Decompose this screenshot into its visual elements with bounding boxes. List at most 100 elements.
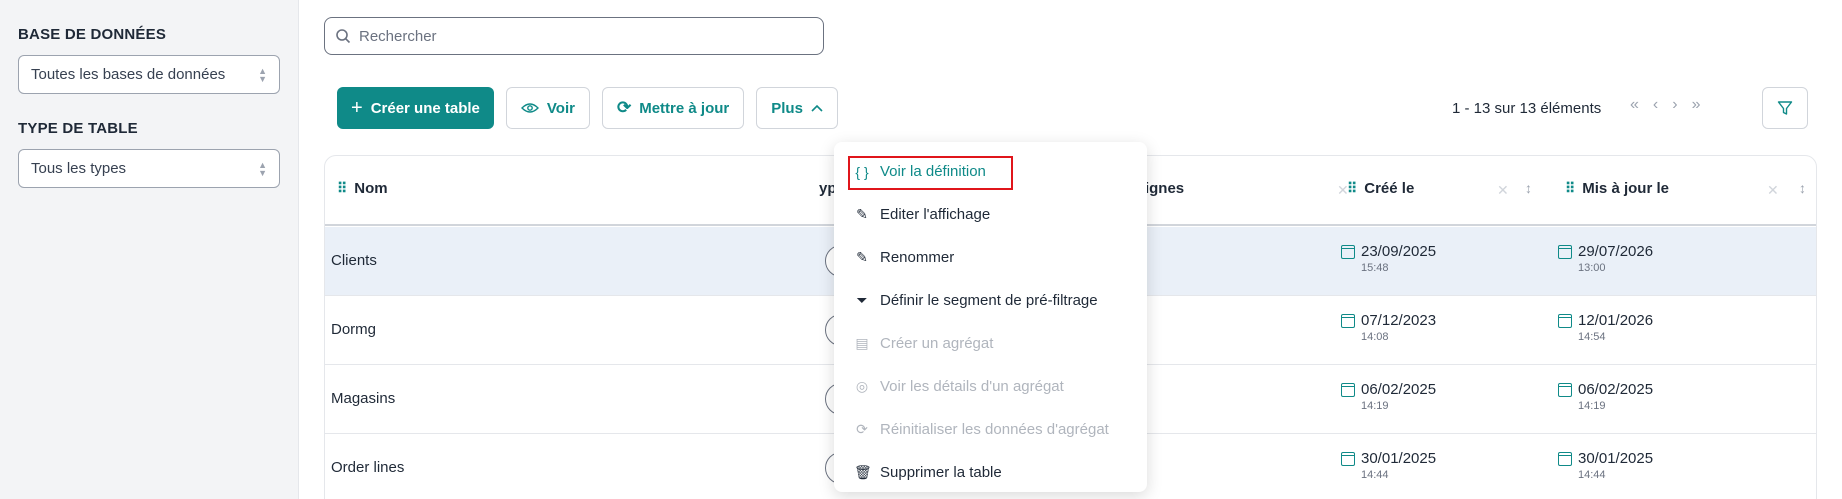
menu-item-view-definition[interactable]: { } Voir la définition bbox=[842, 150, 1139, 193]
main-content: Rechercher + Créer une table Voir ⟳ Mett… bbox=[300, 0, 1842, 499]
updated-time: 13:00 bbox=[1578, 262, 1606, 274]
menu-item-label: Renommer bbox=[880, 249, 955, 266]
chevron-up-icon bbox=[811, 104, 823, 112]
menu-item-reset-aggregate: ⟳ Réinitialiser les données d'agrégat bbox=[842, 408, 1139, 451]
menu-item-delete-table[interactable]: 🗑 Supprimer la table bbox=[842, 451, 1139, 494]
menu-item-rename[interactable]: ✎ Renommer bbox=[842, 236, 1139, 279]
created-time: 15:48 bbox=[1361, 262, 1389, 274]
column-header-name[interactable]: ⠿ Nom bbox=[337, 180, 388, 197]
calendar-icon bbox=[1558, 451, 1572, 466]
column-name-label: Nom bbox=[354, 180, 388, 197]
table-type-select[interactable]: Tous les types ▲ ▼ bbox=[18, 149, 280, 188]
highlight-box bbox=[848, 156, 1013, 190]
filter-icon bbox=[1777, 101, 1793, 115]
updated-date: 30/01/2025 bbox=[1578, 450, 1654, 467]
view-label: Voir bbox=[546, 99, 575, 117]
row-name: Dormg bbox=[331, 321, 377, 338]
search-input[interactable]: Rechercher bbox=[324, 17, 824, 55]
database-filter-label: BASE DE DONNÉES bbox=[18, 26, 167, 43]
database-select[interactable]: Toutes les bases de données ▲ ▼ bbox=[18, 55, 280, 94]
updated-time: 14:54 bbox=[1578, 331, 1606, 343]
eye-icon: ◎ bbox=[855, 378, 869, 394]
row-updated: 06/02/2025 14:19 bbox=[1558, 381, 1653, 412]
sort-icon[interactable]: ↕ bbox=[1799, 180, 1806, 196]
prev-page-icon[interactable]: ‹ bbox=[1653, 96, 1658, 114]
update-button[interactable]: ⟳ Mettre à jour bbox=[601, 87, 745, 129]
menu-item-define-prefilter[interactable]: ⏷ Définir le segment de pré-filtrage bbox=[842, 279, 1139, 322]
sort-icon[interactable]: ↕ bbox=[1525, 180, 1532, 196]
last-page-icon[interactable]: » bbox=[1692, 96, 1701, 114]
first-page-icon[interactable]: « bbox=[1630, 96, 1639, 114]
row-updated: 29/07/2026 13:00 bbox=[1558, 243, 1653, 274]
filter-icon: ⏷ bbox=[856, 292, 868, 308]
created-date: 30/01/2025 bbox=[1361, 450, 1437, 467]
calculator-icon: ▤ bbox=[855, 335, 869, 351]
row-name: Order lines bbox=[331, 459, 405, 476]
refresh-icon: ⟳ bbox=[856, 421, 868, 437]
search-icon bbox=[336, 29, 351, 44]
calendar-icon bbox=[1558, 382, 1572, 397]
drag-handle-icon[interactable]: ⠿ bbox=[1347, 180, 1357, 197]
calendar-icon bbox=[1341, 244, 1355, 259]
created-time: 14:19 bbox=[1361, 400, 1389, 412]
search-placeholder: Rechercher bbox=[359, 27, 437, 45]
updated-date: 29/07/2026 bbox=[1578, 243, 1654, 260]
view-button[interactable]: Voir bbox=[505, 87, 590, 129]
calendar-icon bbox=[1341, 313, 1355, 328]
calendar-icon bbox=[1341, 451, 1355, 466]
menu-item-label: Créer un agrégat bbox=[880, 335, 994, 352]
eye-icon bbox=[520, 103, 539, 113]
created-date: 06/02/2025 bbox=[1361, 381, 1437, 398]
updated-date: 12/01/2026 bbox=[1578, 312, 1654, 329]
database-select-value: Toutes les bases de données bbox=[31, 66, 226, 83]
column-header-created[interactable]: ⠿ Créé le bbox=[1347, 180, 1414, 197]
drag-handle-icon[interactable]: ⠿ bbox=[1565, 180, 1575, 197]
next-page-icon[interactable]: › bbox=[1672, 96, 1677, 114]
row-created: 23/09/2025 15:48 bbox=[1341, 243, 1436, 274]
created-time: 14:44 bbox=[1361, 469, 1389, 481]
menu-item-create-aggregate: ▤ Créer un agrégat bbox=[842, 322, 1139, 365]
calendar-icon bbox=[1558, 313, 1572, 328]
more-actions-menu: { } Voir la définition ✎ Editer l'affich… bbox=[834, 142, 1147, 492]
menu-item-label: Editer l'affichage bbox=[880, 206, 991, 223]
filter-button[interactable] bbox=[1762, 87, 1808, 129]
created-time: 14:08 bbox=[1361, 331, 1389, 343]
menu-item-edit-display[interactable]: ✎ Editer l'affichage bbox=[842, 193, 1139, 236]
plus-icon: + bbox=[351, 96, 363, 119]
calendar-icon bbox=[1558, 244, 1572, 259]
menu-item-label: Voir les détails d'un agrégat bbox=[880, 378, 1064, 395]
menu-item-label: Définir le segment de pré-filtrage bbox=[880, 292, 1098, 309]
row-updated: 12/01/2026 14:54 bbox=[1558, 312, 1653, 343]
more-button[interactable]: Plus bbox=[756, 87, 838, 129]
pencil-icon: ✎ bbox=[856, 249, 868, 265]
menu-item-label: Réinitialiser les données d'agrégat bbox=[880, 421, 1109, 438]
column-header-updated[interactable]: ⠿ Mis à jour le bbox=[1565, 180, 1669, 197]
create-table-button[interactable]: + Créer une table bbox=[337, 87, 494, 129]
clear-column-icon[interactable]: ✕ bbox=[1767, 182, 1779, 199]
row-name: Clients bbox=[331, 252, 377, 269]
created-date: 23/09/2025 bbox=[1361, 243, 1437, 260]
sidebar: BASE DE DONNÉES Toutes les bases de donn… bbox=[0, 0, 299, 499]
pagination-nav: « ‹ › » bbox=[1630, 96, 1700, 114]
row-updated: 30/01/2025 14:44 bbox=[1558, 450, 1653, 481]
menu-item-aggregate-details: ◎ Voir les détails d'un agrégat bbox=[842, 365, 1139, 408]
updown-chevron-icon: ▲ ▼ bbox=[258, 159, 267, 178]
updated-date: 06/02/2025 bbox=[1578, 381, 1654, 398]
calendar-icon bbox=[1341, 382, 1355, 397]
created-date: 07/12/2023 bbox=[1361, 312, 1437, 329]
updated-time: 14:19 bbox=[1578, 400, 1606, 412]
refresh-icon: ⟳ bbox=[616, 98, 632, 117]
row-created: 07/12/2023 14:08 bbox=[1341, 312, 1436, 343]
table-type-filter-label: TYPE DE TABLE bbox=[18, 120, 138, 137]
row-name: Magasins bbox=[331, 390, 396, 407]
row-created: 30/01/2025 14:44 bbox=[1341, 450, 1436, 481]
clear-column-icon[interactable]: ✕ bbox=[1497, 182, 1509, 199]
create-table-label: Créer une table bbox=[370, 99, 480, 117]
pagination-summary: 1 - 13 sur 13 éléments bbox=[1452, 100, 1602, 117]
menu-item-label: Supprimer la table bbox=[880, 464, 1002, 481]
update-label: Mettre à jour bbox=[639, 99, 730, 117]
pencil-icon: ✎ bbox=[856, 206, 868, 222]
table-type-select-value: Tous les types bbox=[31, 160, 127, 177]
drag-handle-icon[interactable]: ⠿ bbox=[337, 180, 347, 197]
column-updated-label: Mis à jour le bbox=[1582, 180, 1669, 197]
